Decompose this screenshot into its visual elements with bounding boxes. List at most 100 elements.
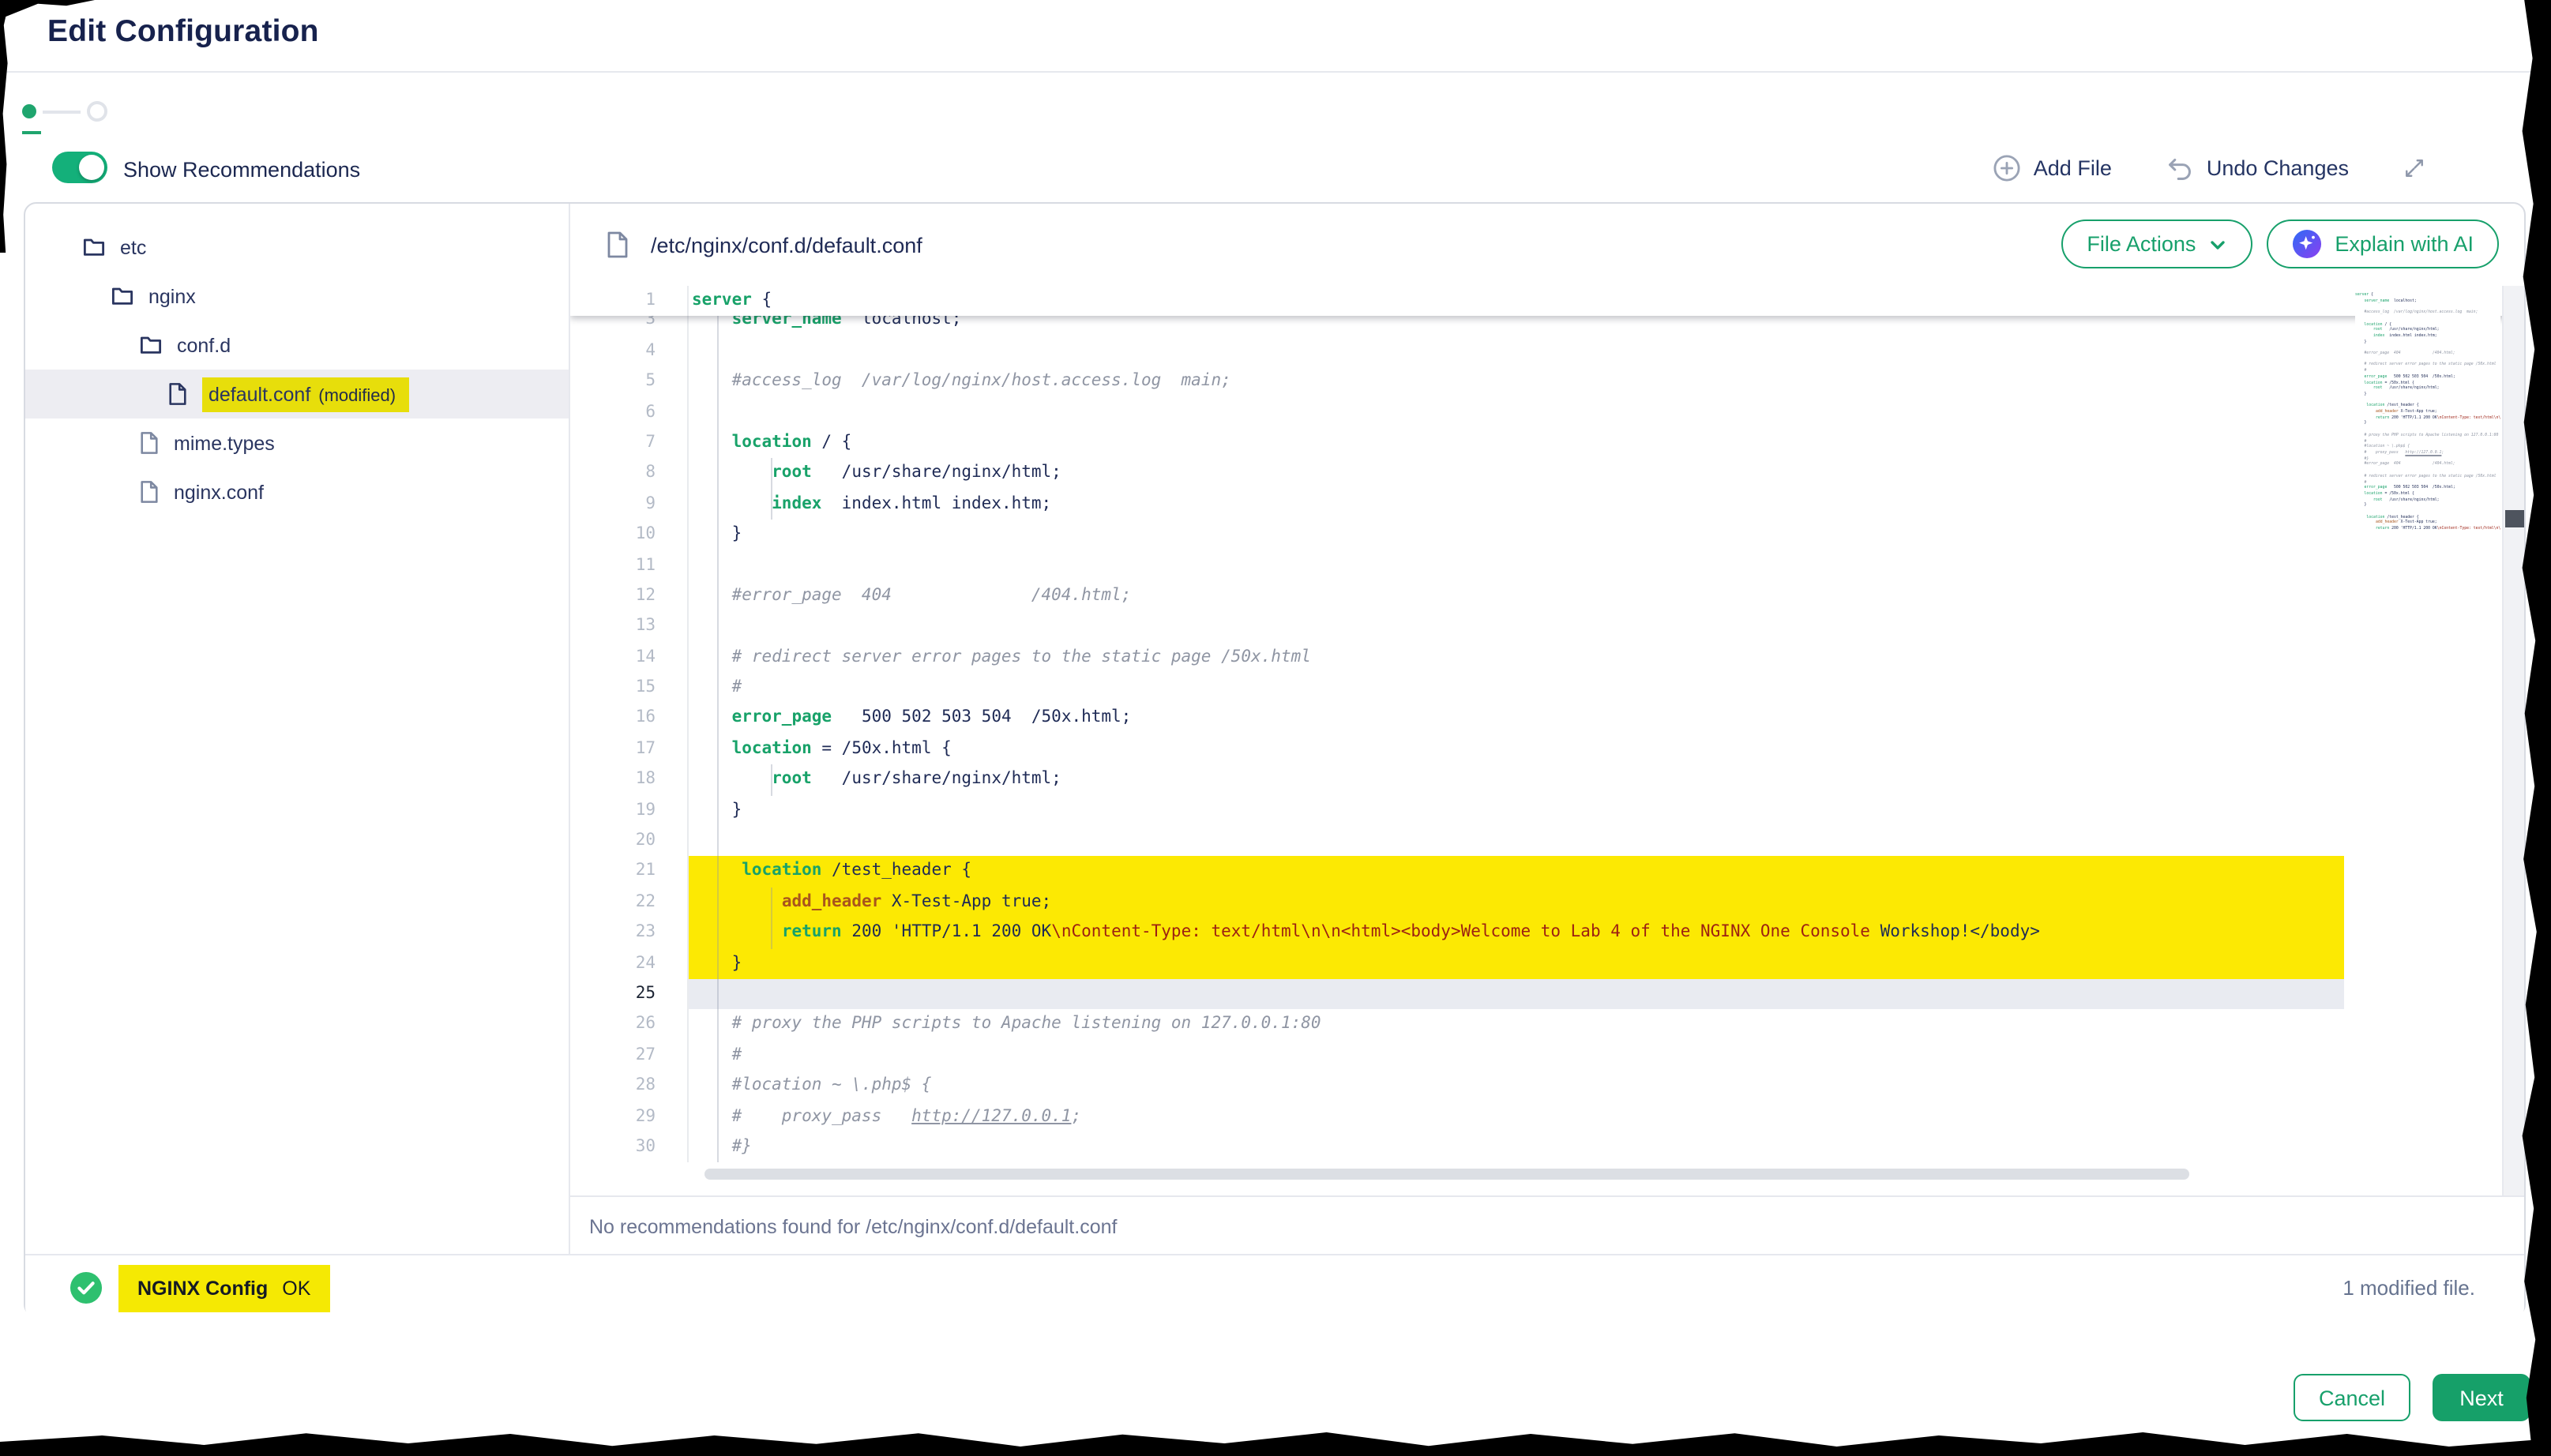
code-line-29[interactable]: 29 # proxy_pass http://127.0.0.1; xyxy=(570,1101,2524,1132)
folder-icon xyxy=(139,333,163,357)
code-line-28[interactable]: 28 #location ~ \.php$ { xyxy=(570,1071,2524,1101)
recommendations-bar: No recommendations found for /etc/nginx/… xyxy=(570,1195,2524,1255)
line-number: 18 xyxy=(570,765,687,796)
code-line-25[interactable]: 25 xyxy=(570,979,2524,1010)
tree-item-label: etc xyxy=(120,236,146,258)
stepper-connector xyxy=(43,110,81,113)
expand-icon xyxy=(2403,156,2426,180)
tree-item-default-conf[interactable]: default.conf(modified) xyxy=(25,370,569,418)
show-recommendations-toggle[interactable] xyxy=(52,152,107,183)
file-path: /etc/nginx/conf.d/default.conf xyxy=(605,231,922,259)
line-number: 10 xyxy=(570,520,687,550)
tree-item-conf-d[interactable]: conf.d xyxy=(25,321,569,370)
top-actions: Add File Undo Changes xyxy=(1994,152,2426,185)
line-number: 20 xyxy=(570,826,687,857)
next-button[interactable]: Next xyxy=(2433,1374,2530,1421)
code-line-14[interactable]: 14 # redirect server error pages to the … xyxy=(570,642,2524,673)
code-line-15[interactable]: 15 # xyxy=(570,673,2524,704)
file-icon xyxy=(139,480,160,504)
folder-icon xyxy=(82,235,106,259)
stepper xyxy=(22,101,107,122)
screenshot-torn-edge-bottom xyxy=(0,1424,2551,1456)
code-line-26[interactable]: 26 # proxy the PHP scripts to Apache lis… xyxy=(570,1010,2524,1041)
line-number: 12 xyxy=(570,581,687,612)
code-line-20[interactable]: 20 xyxy=(570,826,2524,857)
line-number: 27 xyxy=(570,1041,687,1071)
tree-item-etc[interactable]: etc xyxy=(25,223,569,272)
explain-with-ai-button[interactable]: Explain with AI xyxy=(2267,220,2499,268)
vertical-scrollbar-thumb[interactable] xyxy=(2505,510,2524,527)
explain-with-ai-label: Explain with AI xyxy=(2335,232,2474,256)
folder-icon xyxy=(111,284,134,308)
line-number: 15 xyxy=(570,673,687,704)
code-line-16[interactable]: 16 error_page 500 502 503 504 /50x.html; xyxy=(570,704,2524,734)
code-line-11[interactable]: 11 xyxy=(570,550,2524,581)
editor-minimap[interactable]: server { server_name localhost; #access_… xyxy=(2355,292,2500,545)
code-line-21[interactable]: 21 location /test_header { xyxy=(570,857,2524,887)
plus-circle-icon xyxy=(1994,155,2021,182)
page-title: Edit Configuration xyxy=(47,14,319,51)
undo-icon xyxy=(2166,156,2194,181)
stepper-step-1-active[interactable] xyxy=(22,104,36,118)
line-number: 14 xyxy=(570,642,687,673)
line-number: 1 xyxy=(570,286,687,317)
tree-item-label: default.conf xyxy=(209,383,310,405)
code-line-6[interactable]: 6 xyxy=(570,397,2524,428)
modified-file-highlight: default.conf(modified) xyxy=(202,377,408,411)
vertical-scrollbar[interactable] xyxy=(2502,286,2524,1195)
code-line-24[interactable]: 24 } xyxy=(570,948,2524,979)
code-line-1[interactable]: 1server { xyxy=(570,286,2524,317)
code-line-22[interactable]: 22 add_header X-Test-App true; xyxy=(570,887,2524,918)
line-number: 11 xyxy=(570,550,687,581)
horizontal-scrollbar[interactable] xyxy=(704,1169,2189,1180)
file-actions-label: File Actions xyxy=(2087,232,2196,256)
line-number: 6 xyxy=(570,397,687,428)
nginx-config-value: OK xyxy=(282,1277,310,1299)
code-line-8[interactable]: 8 root /usr/share/nginx/html; xyxy=(570,459,2524,490)
tree-item-label: nginx xyxy=(148,285,196,307)
file-tree: etc nginx conf.d default.conf(modified) mime… xyxy=(25,204,570,1254)
stepper-step-2[interactable] xyxy=(87,101,107,122)
tree-item-nginx-conf[interactable]: nginx.conf xyxy=(25,467,569,516)
add-file-button[interactable]: Add File xyxy=(1994,155,2112,182)
editor-pane: /etc/nginx/conf.d/default.conf File Acti… xyxy=(570,204,2524,1254)
code-line-23[interactable]: 23 return 200 'HTTP/1.1 200 OK\nContent-… xyxy=(570,918,2524,948)
line-number: 8 xyxy=(570,459,687,490)
code-line-13[interactable]: 13 xyxy=(570,612,2524,643)
line-number: 16 xyxy=(570,704,687,734)
tree-item-nginx[interactable]: nginx xyxy=(25,272,569,321)
code-line-9[interactable]: 9 index index.html index.htm; xyxy=(570,489,2524,520)
line-number: 22 xyxy=(570,887,687,918)
code-line-7[interactable]: 7 location / { xyxy=(570,428,2524,459)
stepper-active-dash xyxy=(22,131,41,134)
screenshot-torn-edge-left xyxy=(0,0,9,253)
code-line-5[interactable]: 5 #access_log /var/log/nginx/host.access… xyxy=(570,366,2524,397)
line-number: 17 xyxy=(570,734,687,765)
expand-button[interactable] xyxy=(2403,156,2426,180)
code-line-17[interactable]: 17 location = /50x.html { xyxy=(570,734,2524,765)
code-line-19[interactable]: 19 } xyxy=(570,795,2524,826)
code-line-12[interactable]: 12 #error_page 404 /404.html; xyxy=(570,581,2524,612)
code-editor[interactable]: 3 server_name localhost;45 #access_log /… xyxy=(570,286,2524,1195)
ai-sparkle-icon xyxy=(2292,229,2322,259)
code-line-18[interactable]: 18 root /usr/share/nginx/html; xyxy=(570,765,2524,796)
cancel-button[interactable]: Cancel xyxy=(2294,1374,2410,1421)
code-line-27[interactable]: 27 # xyxy=(570,1041,2524,1071)
code-line-4[interactable]: 4 xyxy=(570,336,2524,367)
modified-files-count: 1 modified file. xyxy=(2342,1276,2475,1300)
line-number: 7 xyxy=(570,428,687,459)
line-number: 24 xyxy=(570,948,687,979)
line-number: 26 xyxy=(570,1010,687,1041)
undo-changes-label: Undo Changes xyxy=(2207,156,2349,180)
code-line-10[interactable]: 10 } xyxy=(570,520,2524,550)
nginx-config-label: NGINX Config xyxy=(137,1277,268,1299)
nginx-config-status-badge: NGINX Config OK xyxy=(118,1264,329,1312)
tree-item-label: mime.types xyxy=(174,432,275,454)
editor-header: /etc/nginx/conf.d/default.conf File Acti… xyxy=(570,204,2524,287)
undo-changes-button[interactable]: Undo Changes xyxy=(2166,156,2349,181)
tree-item-mime-types[interactable]: mime.types xyxy=(25,418,569,467)
line-number: 25 xyxy=(570,979,687,1010)
line-number: 5 xyxy=(570,366,687,397)
code-line-30[interactable]: 30 #} xyxy=(570,1132,2524,1163)
file-actions-button[interactable]: File Actions xyxy=(2061,220,2252,268)
